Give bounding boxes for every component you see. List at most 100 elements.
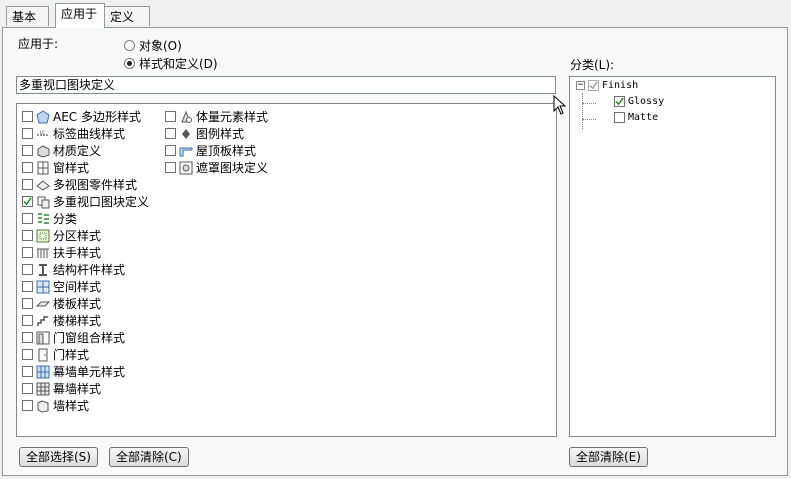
stair-icon: [36, 314, 50, 328]
checkbox[interactable]: [22, 230, 33, 241]
list-item-label: 材质定义: [53, 144, 102, 158]
list-item[interactable]: 屋顶板样式: [165, 142, 256, 159]
checkbox[interactable]: [165, 145, 176, 156]
list-item[interactable]: 遮罩图块定义: [165, 159, 268, 176]
list-item-label: 体量元素样式: [196, 110, 269, 124]
checkbox[interactable]: [22, 383, 33, 394]
mouse-pointer-icon: [553, 94, 567, 118]
list-item[interactable]: 门窗组合样式: [22, 329, 125, 346]
apply-to-label: 应用于:: [18, 37, 59, 51]
list-item[interactable]: 幕墙单元样式: [22, 363, 125, 380]
list-item-label: 幕墙样式: [53, 382, 102, 396]
mvblock-icon: [36, 195, 50, 209]
checkbox[interactable]: [22, 332, 33, 343]
select-all-button[interactable]: 全部选择(S): [19, 447, 98, 467]
railing-icon: [36, 246, 50, 260]
multiview-part-icon: [36, 178, 50, 192]
list-item-label: 多视图零件样式: [53, 178, 138, 192]
curtain-wall-unit-icon: [36, 365, 50, 379]
list-item[interactable]: 门样式: [22, 346, 89, 363]
space-icon: [36, 280, 50, 294]
list-item-label: 分类: [53, 212, 78, 226]
roof-slab-icon: [179, 144, 193, 158]
current-style-field[interactable]: 多重视口图块定义: [16, 76, 556, 94]
checkbox[interactable]: [22, 145, 33, 156]
checkbox[interactable]: [22, 349, 33, 360]
list-item-label: AEC 多边形样式: [53, 110, 141, 124]
clear-all-classification-button[interactable]: 全部清除(E): [569, 447, 648, 467]
tree-node-finish[interactable]: − Finish: [576, 80, 638, 91]
list-item[interactable]: AEC 多边形样式: [22, 108, 141, 125]
checkbox[interactable]: [22, 179, 33, 190]
list-item-label: 楼梯样式: [53, 314, 102, 328]
label-curve-icon: LC: [36, 127, 50, 141]
checkbox[interactable]: [22, 298, 33, 309]
checkbox[interactable]: [22, 196, 33, 207]
window-icon: [36, 161, 50, 175]
checkbox[interactable]: [22, 400, 33, 411]
checkbox[interactable]: [22, 162, 33, 173]
list-item[interactable]: 幕墙样式: [22, 380, 101, 397]
list-item[interactable]: 楼梯样式: [22, 312, 101, 329]
checkbox[interactable]: [22, 315, 33, 326]
checkbox[interactable]: [22, 247, 33, 258]
list-item[interactable]: 分区样式: [22, 227, 101, 244]
door-icon: [36, 348, 50, 362]
list-item[interactable]: 楼板样式: [22, 295, 101, 312]
structural-member-icon: [36, 263, 50, 277]
checkbox-glossy[interactable]: [614, 96, 625, 107]
checkbox[interactable]: [165, 128, 176, 139]
radio-label: 对象(O): [139, 39, 182, 53]
list-item[interactable]: 材质定义: [22, 142, 101, 159]
list-item-label: 扶手样式: [53, 246, 102, 260]
slab-icon: [36, 297, 50, 311]
list-item[interactable]: 扶手样式: [22, 244, 101, 261]
list-item[interactable]: 窗样式: [22, 159, 89, 176]
list-item[interactable]: 分类: [22, 210, 77, 227]
list-item[interactable]: 空间样式: [22, 278, 101, 295]
checkbox[interactable]: [22, 111, 33, 122]
wall-icon: [36, 399, 50, 413]
zone-icon: [36, 229, 50, 243]
legend-icon: [179, 127, 193, 141]
tab-basic[interactable]: 基本: [6, 6, 49, 26]
classification-tree[interactable]: − Finish Glossy Matte: [569, 76, 776, 437]
tab-apply-to[interactable]: 应用于: [55, 3, 105, 28]
list-item[interactable]: 图例样式: [165, 125, 244, 142]
list-item-label: 标签曲线样式: [53, 127, 126, 141]
tree-node-label: Matte: [628, 112, 659, 123]
list-item[interactable]: LC 标签曲线样式: [22, 125, 125, 142]
checkbox[interactable]: [165, 111, 176, 122]
list-item[interactable]: 体量元素样式: [165, 108, 268, 125]
checkbox[interactable]: [22, 366, 33, 377]
tab-definition[interactable]: 定义: [104, 6, 150, 26]
list-item[interactable]: 结构杆件样式: [22, 261, 125, 278]
collapse-icon[interactable]: −: [576, 81, 585, 90]
tree-node-glossy[interactable]: Glossy: [614, 96, 664, 107]
tree-node-label: Glossy: [628, 96, 665, 107]
classification-icon: [36, 212, 50, 226]
list-item-label: 屋顶板样式: [196, 144, 257, 158]
checkbox[interactable]: [22, 128, 33, 139]
list-item[interactable]: 多视图零件样式: [22, 176, 137, 193]
tree-node-label: Finish: [602, 80, 639, 91]
list-item[interactable]: 多重视口图块定义: [22, 193, 149, 210]
clear-all-button[interactable]: 全部清除(C): [109, 447, 189, 467]
list-item-label: 分区样式: [53, 229, 102, 243]
checkbox[interactable]: [22, 264, 33, 275]
tab-label: 应用于: [61, 7, 98, 21]
list-item-label: 楼板样式: [53, 297, 102, 311]
list-item-label: 空间样式: [53, 280, 102, 294]
material-icon: [36, 144, 50, 158]
checkbox[interactable]: [22, 281, 33, 292]
checkbox-finish[interactable]: [588, 80, 599, 91]
checkbox[interactable]: [22, 213, 33, 224]
radio-style-definition[interactable]: 样式和定义(D): [124, 55, 218, 72]
list-item[interactable]: 墙样式: [22, 397, 89, 414]
list-item-label: 遮罩图块定义: [196, 161, 269, 175]
radio-object[interactable]: 对象(O): [124, 37, 182, 54]
mass-element-icon: [179, 110, 193, 124]
checkbox-matte[interactable]: [614, 112, 625, 123]
checkbox[interactable]: [165, 162, 176, 173]
tree-node-matte[interactable]: Matte: [614, 112, 658, 123]
